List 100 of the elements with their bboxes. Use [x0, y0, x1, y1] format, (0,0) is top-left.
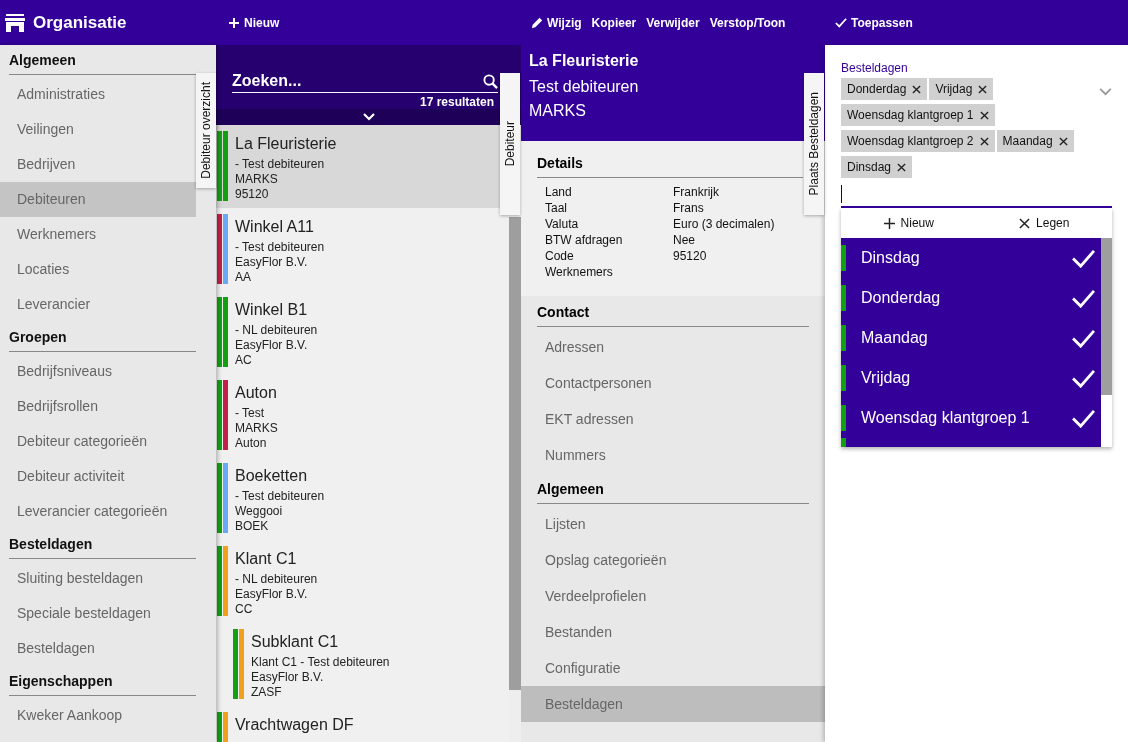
item-detail: - Test debiteuren — [235, 157, 326, 172]
menu-item[interactable]: Nummers — [521, 437, 825, 473]
sidebar-item[interactable]: Bedrijven — [0, 147, 196, 182]
dropdown-action[interactable]: Nieuw — [841, 208, 977, 238]
chip[interactable]: Dinsdag — [841, 156, 913, 178]
sidebar-item[interactable]: Sluiting besteldagen — [0, 561, 196, 596]
menu-item[interactable]: Verdeelprofielen — [521, 578, 825, 614]
sidebar-item[interactable]: Besteldagen — [0, 631, 196, 666]
item-detail: Auton — [235, 436, 268, 451]
chip[interactable]: Donderdag — [841, 78, 928, 100]
item-detail: MARKS — [235, 172, 279, 187]
menu-item[interactable]: EKT adressen — [521, 401, 825, 437]
plus-icon — [883, 217, 895, 229]
remove-icon[interactable] — [912, 84, 922, 94]
option-item[interactable]: Donderdag — [841, 278, 1101, 318]
remove-icon[interactable] — [979, 136, 989, 146]
toolbar-button[interactable]: Kopieer — [587, 11, 641, 34]
item-title: Subklant C1 — [251, 632, 340, 652]
sidebar-item[interactable]: Kweker Aankoop — [0, 698, 196, 733]
remove-icon[interactable] — [1058, 136, 1068, 146]
section-heading: Details — [537, 155, 803, 178]
side-tab[interactable]: Debiteur — [500, 73, 520, 215]
toolbar-button[interactable]: Wijzig — [527, 11, 586, 34]
chip[interactable]: Maandag — [996, 130, 1074, 152]
chip[interactable]: Vrijdag — [929, 78, 994, 100]
debtor-item[interactable]: Klant C1 - NL debiteuren EasyFlor B.V. CC — [216, 540, 500, 623]
scrollbar[interactable] — [1101, 238, 1112, 447]
menu-item[interactable]: Contactpersonen — [521, 365, 825, 401]
field-value: Euro (3 decimalen) — [673, 216, 776, 232]
item-detail: EasyFlor B.V. — [235, 338, 309, 353]
dropdown-action[interactable]: Legen — [976, 208, 1112, 238]
debtor-item[interactable]: Auton - Test MARKS Auton — [216, 374, 500, 457]
chevron-down-icon — [362, 113, 375, 121]
menu-item[interactable]: Opslag categorieën — [521, 542, 825, 578]
toolbar-button[interactable]: Verstop/Toon — [705, 11, 790, 34]
menu-item[interactable]: Configuratie — [521, 650, 825, 686]
menu-item[interactable]: Bestanden — [521, 614, 825, 650]
item-title: Winkel A11 — [235, 217, 315, 237]
debtor-item[interactable]: Subklant C1 Klant C1 - Test debiteuren EasyFlor B.V. ZASF — [216, 623, 500, 706]
item-title: Vrachtwagen DF — [235, 715, 354, 735]
item-detail: - Test debiteuren — [235, 489, 325, 504]
search-field[interactable]: Zoeken... — [232, 72, 483, 90]
option-item[interactable]: Woensdag klantgroep 1 — [841, 398, 1101, 438]
chip[interactable]: Woensdag klantgroep 2 — [841, 130, 995, 152]
item-detail: AC — [235, 353, 253, 368]
pencil-icon — [531, 16, 543, 29]
option-item[interactable]: Maandag — [841, 318, 1101, 358]
color-bar — [841, 365, 846, 391]
debtor-item[interactable]: Winkel A11 - Test debiteuren EasyFlor B.V. AA — [216, 208, 500, 291]
check-icon — [835, 16, 847, 29]
item-detail: CC — [235, 602, 254, 617]
option-item[interactable]: Vrijdag — [841, 358, 1101, 398]
item-detail: EasyFlor B.V. — [235, 587, 309, 602]
sidebar-item[interactable]: Veilingen — [0, 112, 196, 147]
apply-button[interactable]: Toepassen — [831, 11, 917, 34]
debtor-item[interactable]: Boeketten - Test debiteuren Weggooi BOEK — [216, 457, 500, 540]
sidebar-item[interactable]: Speciale besteldagen — [0, 596, 196, 631]
section-heading: Groepen — [9, 322, 196, 352]
remove-icon[interactable] — [978, 84, 988, 94]
field-value: Nee — [673, 232, 696, 248]
chip[interactable]: Woensdag klantgroep 1 — [841, 104, 995, 126]
sidebar-item[interactable]: Locaties — [0, 252, 196, 287]
color-bar — [841, 245, 846, 271]
color-bar — [841, 285, 846, 311]
field-label: Taal — [545, 200, 568, 216]
item-title: Klant C1 — [235, 549, 298, 569]
toolbar-button[interactable]: Verwijder — [642, 11, 704, 34]
sidebar-item[interactable]: Debiteur categorieën — [0, 424, 196, 459]
item-title: La Fleuristerie — [235, 134, 337, 154]
sidebar-item[interactable]: Leverancier categorieën — [0, 494, 196, 529]
chevron-down-icon[interactable] — [1099, 88, 1112, 96]
sidebar-item[interactable]: Debiteur activiteit — [0, 459, 196, 494]
field-value: Frankrijk — [673, 184, 720, 200]
item-detail: ZASF — [251, 685, 283, 700]
new-button[interactable]: Nieuw — [224, 11, 284, 34]
debtor-item[interactable]: Vrachtwagen DF — [216, 706, 500, 742]
item-detail: EasyFlor B.V. — [235, 255, 309, 270]
item-title: Boeketten — [235, 466, 309, 486]
sidebar-item[interactable]: Leverancier — [0, 287, 196, 322]
item-detail: EasyFlor B.V. — [251, 670, 325, 685]
menu-item[interactable]: Lijsten — [521, 506, 825, 542]
remove-icon[interactable] — [979, 110, 989, 120]
menu-item[interactable]: Adressen — [521, 329, 825, 365]
side-tab[interactable]: Plaats Besteldagen — [804, 73, 824, 215]
debtor-item[interactable]: La Fleuristerie - Test debiteuren MARKS 95120 — [216, 125, 500, 208]
sidebar-item[interactable]: Werknemers — [0, 217, 196, 252]
plus-icon — [228, 16, 240, 29]
section-heading: Besteldagen — [9, 529, 196, 559]
sidebar-item[interactable]: Administraties — [0, 77, 196, 112]
option-item[interactable]: Dinsdag — [841, 238, 1101, 278]
field-value: Frans — [673, 200, 705, 216]
detail-title: La Fleuristerie — [529, 51, 639, 71]
side-tab[interactable]: Debiteur overzicht — [196, 73, 216, 188]
sidebar-item[interactable]: Bedrijfsrollen — [0, 389, 196, 424]
field-value: 95120 — [673, 248, 708, 264]
debtor-item[interactable]: Winkel B1 - NL debiteuren EasyFlor B.V. AC — [216, 291, 500, 374]
item-detail: - Test — [235, 406, 266, 421]
remove-icon[interactable] — [897, 162, 907, 172]
sidebar-item[interactable]: Bedrijfsniveaus — [0, 354, 196, 389]
section-heading: Contact — [537, 296, 809, 327]
